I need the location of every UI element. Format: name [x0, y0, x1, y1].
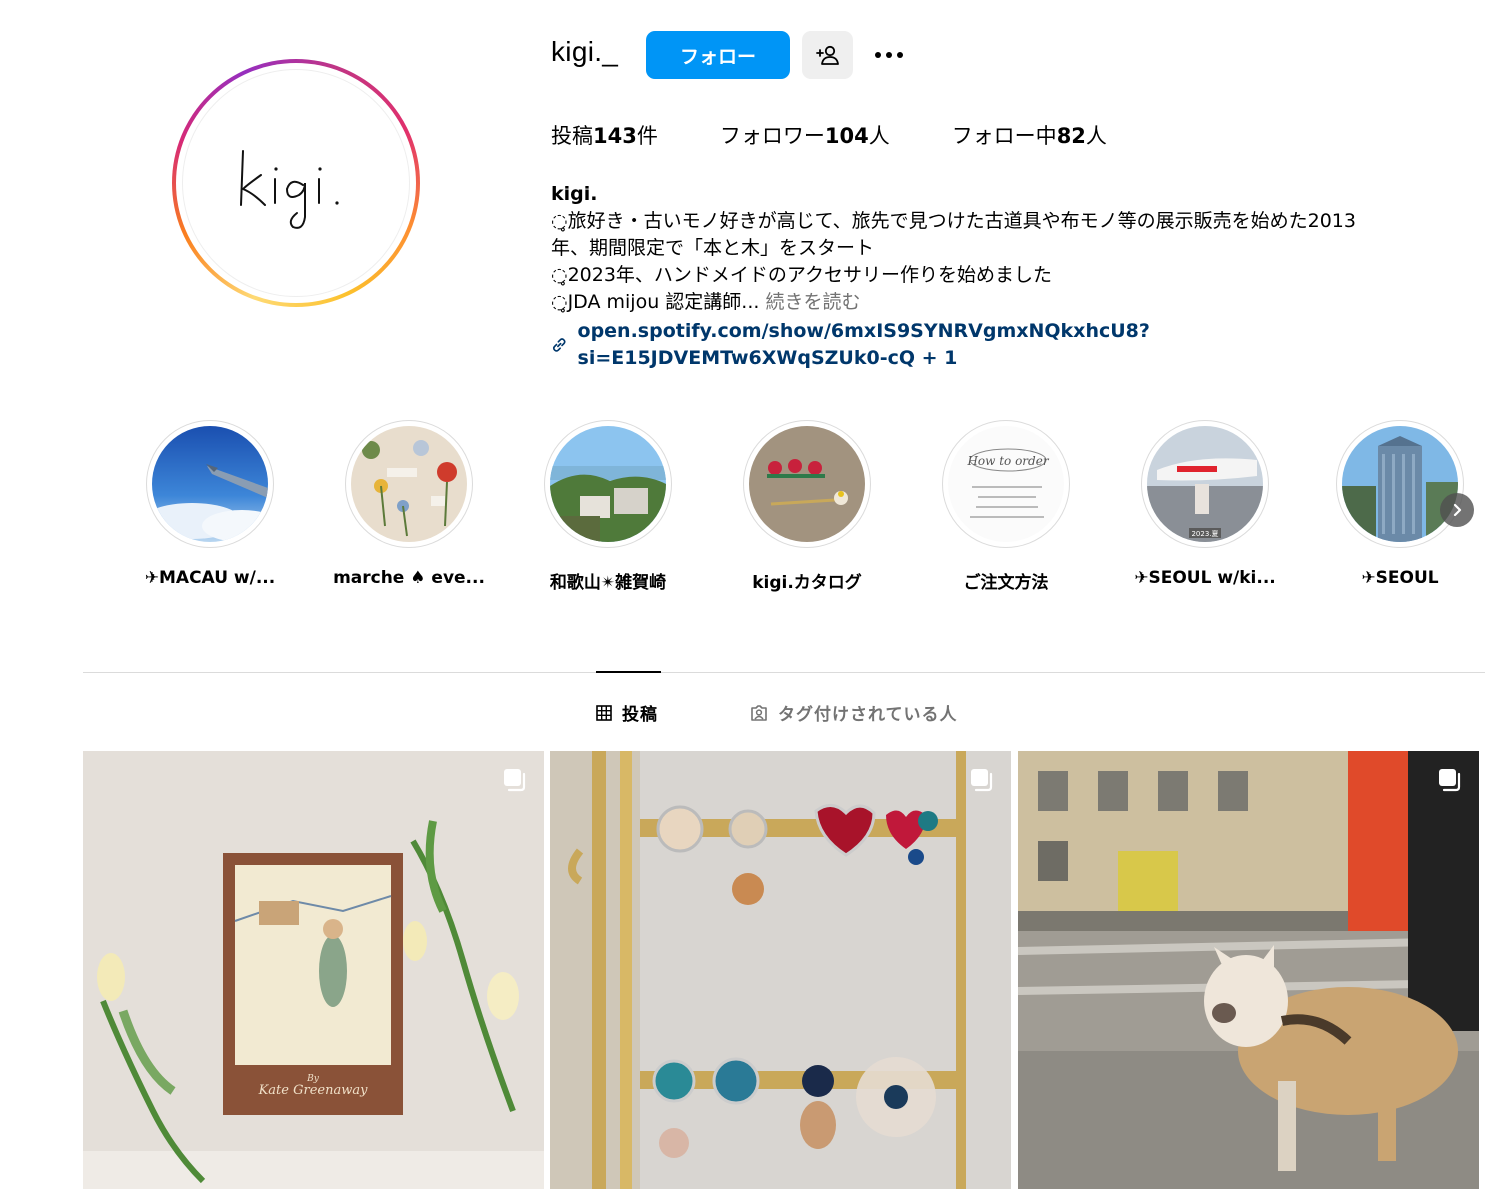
- posts-count-stat: 投稿143件: [551, 124, 658, 148]
- svg-text:2023.夏: 2023.夏: [1191, 530, 1218, 538]
- bio-display-name: kigi.: [551, 183, 598, 205]
- story-highlights: ✈MACAU w/... marche ♠ eve... 和歌山✴雑賀崎 kig…: [130, 420, 1490, 610]
- post-thumbnail[interactable]: [550, 751, 1011, 1189]
- svg-text:How to order: How to order: [966, 454, 1049, 468]
- highlights-next-button[interactable]: [1440, 493, 1474, 527]
- highlight-label: 和歌山✴雑賀崎: [549, 573, 667, 593]
- post-thumbnail[interactable]: [1018, 751, 1479, 1189]
- profile-username: kigi._: [551, 36, 619, 67]
- highlight-label: ✈SEOUL: [1361, 568, 1439, 588]
- highlight-cover: [152, 426, 268, 542]
- tab-tagged[interactable]: タグ付けされている人: [750, 700, 958, 725]
- highlight-item[interactable]: 2023.夏 ✈SEOUL w/ki...: [1125, 420, 1285, 588]
- post-image: [550, 751, 1011, 1189]
- highlight-label: ご注文方法: [963, 573, 1049, 593]
- highlight-cover: How to order: [948, 426, 1064, 542]
- highlight-item[interactable]: ✈MACAU w/...: [130, 420, 290, 588]
- highlight-item[interactable]: kigi.カタログ: [727, 420, 887, 593]
- bio-line: ◌̥2023年、ハンドメイドのアクセサリー作りを始めました: [551, 264, 1052, 286]
- bio-external-link[interactable]: open.spotify.com/show/6mxIS9SYNRVgmxNQkx…: [551, 318, 1451, 372]
- follow-button[interactable]: フォロー: [646, 31, 790, 79]
- highlight-cover: [351, 426, 467, 542]
- highlight-item[interactable]: How to order ご注文方法: [926, 420, 1086, 593]
- highlight-cover: [550, 426, 666, 542]
- read-more-link[interactable]: 続きを読む: [765, 291, 860, 313]
- bio-line: ◌̥旅好き・古いモノ好きが高じて、旅先で見つけた古道具や布モノ等の展示販売を始め…: [551, 210, 1356, 232]
- bio-line: 年、期間限定で「本と木」をスタート: [551, 237, 875, 259]
- carousel-icon: [1439, 769, 1461, 792]
- profile-stats: 投稿143件 フォロワー104人 フォロー中82人: [551, 120, 1169, 150]
- grid-icon: [596, 704, 612, 721]
- tabs-divider: [83, 672, 1485, 673]
- add-person-icon: [815, 45, 839, 65]
- highlight-label: kigi.カタログ: [752, 573, 862, 593]
- suggest-similar-accounts-button[interactable]: [802, 31, 853, 79]
- highlight-label: ✈SEOUL w/ki...: [1134, 568, 1276, 588]
- carousel-icon: [971, 769, 993, 792]
- link-icon: [552, 338, 566, 352]
- highlight-item[interactable]: 和歌山✴雑賀崎: [528, 420, 688, 593]
- highlight-cover: [749, 426, 865, 542]
- carousel-icon: [504, 769, 526, 792]
- more-options-icon[interactable]: [868, 37, 910, 73]
- chevron-right-icon: [1453, 503, 1462, 517]
- highlight-item[interactable]: marche ♠ eve...: [329, 420, 489, 588]
- bio-line: ◌̥JDA mijou 認定講師... 続きを読む: [551, 291, 861, 313]
- highlight-label: ✈MACAU w/...: [144, 568, 276, 588]
- highlight-cover: 2023.夏: [1147, 426, 1263, 542]
- highlight-cover: [1342, 426, 1458, 542]
- profile-bio: kigi. ◌̥旅好き・古いモノ好きが高じて、旅先で見つけた古道具や布モノ等の展…: [551, 181, 1451, 372]
- profile-avatar[interactable]: [172, 59, 420, 307]
- tagged-user-icon: [751, 704, 767, 721]
- post-thumbnail[interactable]: By Kate Greenaway: [83, 751, 544, 1189]
- tab-posts[interactable]: 投稿: [596, 700, 658, 725]
- followers-link[interactable]: フォロワー104人: [720, 120, 890, 150]
- active-tab-indicator: [596, 671, 661, 673]
- highlight-label: marche ♠ eve...: [333, 568, 485, 588]
- svg-text:Kate Greenaway: Kate Greenaway: [258, 1083, 368, 1098]
- avatar-logo: [240, 150, 339, 229]
- post-image: [1018, 751, 1479, 1189]
- post-image: By Kate Greenaway: [83, 751, 544, 1189]
- following-link[interactable]: フォロー中82人: [952, 120, 1107, 150]
